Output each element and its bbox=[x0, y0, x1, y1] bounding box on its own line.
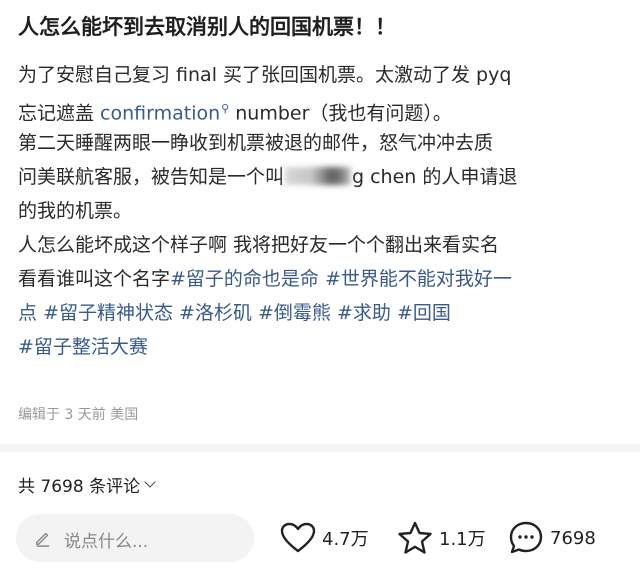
post-body: 为了安慰自己复习 final 买了张回国机票。太激动了发 pyq 忘记遮盖 co… bbox=[18, 58, 624, 364]
chevron-down-icon bbox=[144, 476, 156, 488]
favorite-count: 1.1万 bbox=[439, 529, 486, 550]
body-line: 的我的机票。 bbox=[18, 200, 133, 222]
hashtag[interactable]: #世界能不能对我好一 bbox=[325, 268, 512, 290]
hashtag[interactable]: #留子整活大赛 bbox=[18, 336, 148, 358]
favorite-button[interactable]: 1.1万 bbox=[397, 518, 486, 558]
comment-button[interactable]: 7698 bbox=[508, 518, 596, 558]
hashtag[interactable]: #倒霉熊 bbox=[258, 302, 331, 324]
like-count: 4.7万 bbox=[322, 529, 369, 550]
body-line: 人怎么能坏成这个样子啊 我将把好友一个个翻出来看实名 bbox=[18, 234, 500, 256]
comment-icon bbox=[509, 521, 543, 554]
body-line: 点 #留子精神状态 #洛杉矶 #倒霉熊 #求助 #回国 bbox=[18, 296, 624, 330]
hashtag[interactable]: #留子精神状态 bbox=[43, 302, 173, 324]
heart-icon bbox=[280, 522, 316, 553]
pencil-icon bbox=[35, 532, 50, 547]
star-icon bbox=[398, 521, 432, 554]
search-keyword-link[interactable]: confirmation bbox=[100, 102, 220, 124]
like-button[interactable]: 4.7万 bbox=[280, 518, 369, 558]
body-line: 为了安慰自己复习 final 买了张回国机票。太激动了发 pyq bbox=[18, 64, 512, 86]
hashtag[interactable]: 点 bbox=[18, 302, 37, 324]
blurred-name bbox=[285, 167, 352, 185]
body-line: 第二天睡醒两眼一睁收到机票被退的邮件，怒气冲冲去质 bbox=[18, 132, 494, 154]
divider bbox=[0, 444, 640, 452]
body-line: 忘记遮盖 confirmation⚲ number（我也有问题）。 bbox=[18, 102, 452, 125]
hashtag[interactable]: #洛杉矶 bbox=[179, 302, 252, 324]
hashtag[interactable]: #回国 bbox=[397, 302, 451, 324]
search-icon[interactable]: ⚲ bbox=[221, 102, 229, 115]
body-line: 问美联航客服，被告知是一个叫 g chen 的人申请退 bbox=[18, 166, 518, 188]
comment-input-placeholder: 说点什么... bbox=[64, 532, 149, 552]
comment-count: 7698 bbox=[550, 527, 596, 549]
hashtag[interactable]: #求助 bbox=[337, 302, 391, 324]
post-title: 人怎么能坏到去取消别人的回国机票！！ bbox=[18, 15, 396, 39]
post-meta: 编辑于 3 天前 美国 bbox=[18, 407, 139, 423]
comments-count-sort[interactable]: 共 7698 条评论 bbox=[18, 472, 156, 497]
bottom-action-bar: 说点什么... 4.7万 1.1万 7698 bbox=[0, 508, 640, 577]
hashtag[interactable]: #留子的命也是命 bbox=[170, 268, 319, 290]
body-line: 看看谁叫这个名字#留子的命也是命 #世界能不能对我好一 bbox=[18, 268, 512, 290]
body-line: #留子整活大赛 bbox=[18, 330, 624, 364]
comment-input[interactable]: 说点什么... bbox=[16, 514, 254, 562]
comments-count-label: 共 7698 条评论 bbox=[18, 477, 141, 497]
